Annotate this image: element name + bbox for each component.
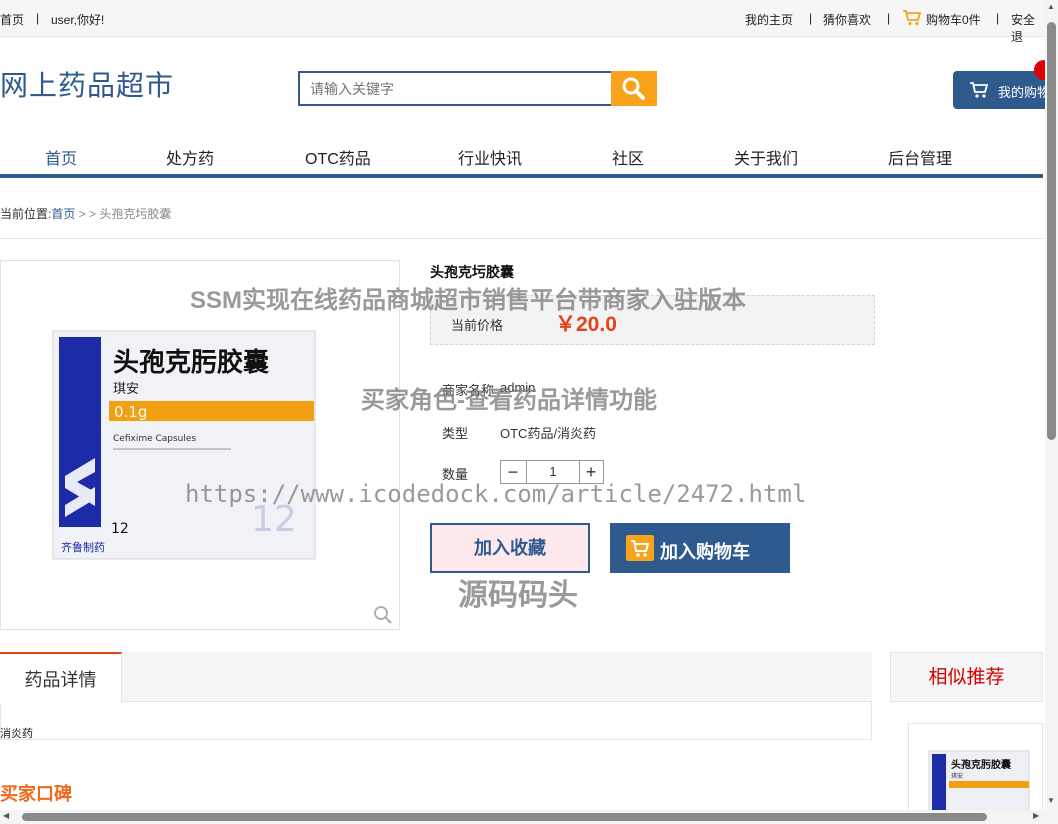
top-separator: | bbox=[809, 11, 812, 25]
nav-item-prescription[interactable]: 处方药 bbox=[166, 145, 214, 169]
top-separator: | bbox=[36, 11, 39, 25]
main-nav: 首页 处方药 OTC药品 行业快讯 社区 关于我们 后台管理 bbox=[0, 131, 1043, 175]
my-home-link[interactable]: 我的主页 bbox=[745, 11, 793, 28]
detail-tab-bar bbox=[0, 652, 872, 702]
cart-icon[interactable] bbox=[902, 9, 922, 26]
box-latin: Cefixime Capsules bbox=[113, 434, 196, 444]
nav-item-otc[interactable]: OTC药品 bbox=[305, 145, 371, 169]
similar-heading: 相似推荐 bbox=[890, 652, 1043, 702]
nav-item-admin[interactable]: 后台管理 bbox=[888, 145, 952, 169]
search-icon bbox=[611, 71, 657, 106]
greeting: user,你好! bbox=[51, 11, 104, 28]
add-to-cart-label: 加入购物车 bbox=[660, 538, 750, 564]
price-label: 当前价格 bbox=[451, 315, 503, 334]
scroll-right-arrow[interactable]: ▶ bbox=[1033, 811, 1039, 820]
top-bar: 首页 | user,你好! 我的主页 | 猜你喜欢 | 购物车0件 | 安全退 bbox=[0, 0, 1045, 37]
similar-item-title: 头孢克肟胶囊 bbox=[951, 758, 1012, 771]
watermark-title: SSM实现在线药品商城超市销售平台带商家入驻版本 bbox=[190, 280, 746, 315]
site-logo[interactable]: 网上药品超市 bbox=[0, 64, 174, 104]
breadcrumb: 当前位置:首页 > > 头孢克圬胶囊 bbox=[0, 205, 171, 222]
nav-item-home[interactable]: 首页 bbox=[45, 145, 77, 169]
box-maker: 齐鲁制药 bbox=[61, 540, 105, 554]
tab-product-details[interactable]: 药品详情 bbox=[0, 652, 122, 703]
box-brand: 琪安 bbox=[113, 382, 139, 397]
box-count: 12 bbox=[111, 521, 129, 537]
product-image[interactable]: 头孢克肟胶囊 琪安 0.1g Cefixime Capsules 12 12 齐… bbox=[0, 260, 400, 630]
horizontal-scroll-thumb[interactable] bbox=[22, 813, 987, 821]
product-name: 头孢克圬胶囊 bbox=[430, 262, 514, 282]
reviews-heading: 买家口碑 bbox=[0, 780, 72, 806]
top-separator: | bbox=[996, 11, 999, 25]
scroll-down-arrow[interactable]: ▼ bbox=[1047, 796, 1055, 805]
watermark-subtitle: 买家角色-查看药品详情功能 bbox=[361, 380, 657, 415]
add-to-favorites-button[interactable]: 加入收藏 bbox=[430, 523, 590, 573]
cart-icon bbox=[969, 81, 989, 99]
nav-item-about[interactable]: 关于我们 bbox=[734, 145, 798, 169]
add-to-cart-button[interactable]: 加入购物车 bbox=[610, 523, 790, 573]
breadcrumb-separator: > > bbox=[75, 207, 99, 221]
breadcrumb-label: 当前位置: bbox=[0, 207, 51, 221]
search-input[interactable] bbox=[298, 71, 632, 106]
nav-item-news[interactable]: 行业快讯 bbox=[458, 145, 522, 169]
search-button[interactable] bbox=[611, 71, 657, 106]
cart-link[interactable]: 购物车0件 bbox=[926, 11, 981, 28]
type-label: 类型 bbox=[442, 423, 468, 442]
type-value: OTC药品/消炎药 bbox=[500, 423, 596, 442]
scroll-left-arrow[interactable]: ◀ bbox=[3, 811, 9, 820]
box-title: 头孢克肟胶囊 bbox=[113, 347, 269, 378]
vertical-scroll-thumb[interactable] bbox=[1047, 22, 1056, 440]
breadcrumb-current: 头孢克圬胶囊 bbox=[99, 207, 171, 221]
guess-link[interactable]: 猜你喜欢 bbox=[823, 11, 871, 28]
nav-item-community[interactable]: 社区 bbox=[612, 145, 644, 169]
logout-link[interactable]: 安全退 bbox=[1011, 11, 1045, 45]
top-home-link[interactable]: 首页 bbox=[0, 11, 24, 28]
watermark-brand: 源码码头 bbox=[458, 570, 578, 614]
similar-item-image: 头孢克肟胶囊 琪安 bbox=[909, 724, 1042, 812]
box-dose: 0.1g bbox=[114, 403, 147, 421]
medicine-box-image: 头孢克肟胶囊 琪安 0.1g Cefixime Capsules 12 12 齐… bbox=[1, 261, 399, 629]
cart-icon bbox=[626, 535, 654, 561]
detail-text: 消炎药 bbox=[0, 725, 33, 741]
zoom-icon[interactable] bbox=[373, 605, 393, 625]
similar-item-brand: 琪安 bbox=[951, 772, 963, 780]
watermark-url: https://www.icodedock.com/article/2472.h… bbox=[185, 480, 806, 508]
nav-divider bbox=[0, 174, 1043, 178]
breadcrumb-home-link[interactable]: 首页 bbox=[51, 207, 75, 221]
top-separator: | bbox=[887, 11, 890, 25]
divider bbox=[0, 238, 1043, 239]
similar-item[interactable]: 头孢克肟胶囊 琪安 bbox=[908, 723, 1043, 813]
scroll-up-arrow[interactable]: ▲ bbox=[1047, 2, 1055, 11]
